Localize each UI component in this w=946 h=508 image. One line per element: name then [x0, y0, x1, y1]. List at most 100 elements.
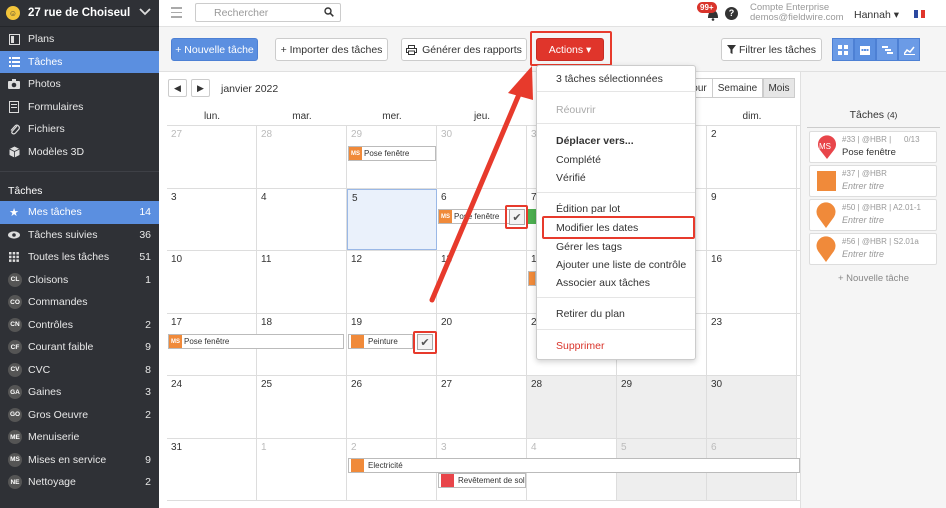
calendar-day-cell[interactable]: 31 — [167, 438, 257, 500]
new-task-button[interactable]: + Nouvelle tâche — [171, 38, 258, 61]
calendar-day-cell[interactable]: 27 — [167, 126, 257, 188]
import-tasks-button[interactable]: + Importer des tâches — [275, 38, 388, 61]
sidebar-item-tasks[interactable]: Tâches — [0, 50, 159, 73]
search-placeholder: Rechercher — [214, 7, 269, 19]
sidebar-item-3d-models[interactable]: Modèles 3D — [0, 141, 159, 164]
list-view-button[interactable] — [832, 38, 854, 61]
prev-month-button[interactable]: ◀ — [168, 79, 187, 97]
calendar-day-cell[interactable]: 28 — [257, 126, 347, 188]
menu-item-add-checklist[interactable]: Ajouter une liste de contrôle — [556, 259, 686, 271]
sidebar-item-label: Mises en service — [28, 453, 107, 466]
calendar-day-cell[interactable]: 12 — [347, 251, 437, 313]
sidebar-item-category[interactable]: GA Gaines 3 — [0, 381, 159, 404]
calendar-day-cell[interactable]: 9 — [707, 188, 797, 250]
task-card[interactable]: #37 | @HBR Entrer titre — [809, 165, 937, 197]
calendar-day-cell[interactable]: 13 — [437, 251, 527, 313]
menu-icon[interactable] — [171, 7, 182, 21]
sidebar-item-plans[interactable]: Plans — [0, 28, 159, 51]
day-number: 2 — [351, 441, 357, 453]
sidebar-item-files[interactable]: Fichiers — [0, 118, 159, 141]
panel-new-task-button[interactable]: + Nouvelle tâche — [801, 273, 946, 284]
event-green-marker[interactable] — [528, 209, 536, 224]
french-flag-icon[interactable] — [914, 10, 926, 18]
menu-item-manage-tags[interactable]: Gérer les tags — [556, 241, 622, 253]
menu-item-delete[interactable]: Supprimer — [556, 340, 604, 352]
sidebar-item-forms[interactable]: Formulaires — [0, 96, 159, 119]
event-orange-marker[interactable] — [528, 271, 536, 286]
task-meta: #50 | @HBR | A2.01-1 — [842, 203, 921, 212]
calendar-day-cell[interactable]: 16 — [707, 251, 797, 313]
actions-button[interactable]: Actions ▾ — [536, 38, 604, 61]
filter-tasks-button[interactable]: Filtrer les tâches — [721, 38, 822, 61]
calendar-day-cell[interactable]: 23 — [707, 313, 797, 375]
sidebar-item-category[interactable]: GO Gros Oeuvre 2 — [0, 404, 159, 427]
sidebar-item-my-tasks[interactable]: ★ Mes tâches 14 — [0, 201, 159, 224]
event-peinture[interactable]: Peinture — [348, 334, 413, 349]
next-month-button[interactable]: ▶ — [191, 79, 210, 97]
task-card[interactable]: #56 | @HBR | S2.01a Entrer titre — [809, 233, 937, 265]
generate-reports-button[interactable]: Générer des rapports — [401, 38, 527, 61]
sidebar-item-count: 2 — [145, 408, 151, 421]
calendar-day-cell[interactable]: 24 — [167, 376, 257, 438]
menu-item-reopen[interactable]: Réouvrir — [556, 104, 596, 116]
calendar-day-cell[interactable]: 25 — [257, 376, 347, 438]
calendar-day-cell[interactable]: 30 — [707, 376, 797, 438]
sidebar-item-category[interactable]: CN Contrôles 2 — [0, 314, 159, 337]
sidebar-item-category[interactable]: CV CVC 8 — [0, 359, 159, 382]
sidebar-item-category[interactable]: CF Courant faible 9 — [0, 336, 159, 359]
calendar-day-cell[interactable]: 20 — [437, 313, 527, 375]
calendar-day-cell[interactable]: 3 — [167, 188, 257, 250]
event-revetement[interactable]: Revêtement de sol — [438, 473, 526, 488]
menu-item-associate[interactable]: Associer aux tâches — [556, 277, 650, 289]
menu-item-verified[interactable]: Vérifié — [556, 172, 586, 184]
chart-view-button[interactable] — [898, 38, 920, 61]
sidebar-item-category[interactable]: NE Nettoyage 2 — [0, 471, 159, 494]
event-checkbox[interactable]: ✔ — [509, 209, 525, 225]
calendar-day-cell[interactable]: 26 — [347, 376, 437, 438]
calendar-day-cell[interactable]: 29 — [617, 376, 707, 438]
day-number: 3 — [171, 191, 177, 203]
search-input[interactable]: Rechercher — [195, 3, 341, 22]
view-week-button[interactable]: Semaine — [712, 78, 763, 98]
menu-item-remove-from-plan[interactable]: Retirer du plan — [556, 308, 625, 320]
day-header: dim. — [742, 111, 762, 122]
calendar-day-cell[interactable]: 28 — [527, 376, 617, 438]
sidebar-item-all-tasks[interactable]: Toutes les tâches 51 — [0, 246, 159, 269]
sidebar-item-category[interactable]: CO Commandes — [0, 291, 159, 314]
sidebar-item-category[interactable]: ME Menuiserie — [0, 426, 159, 449]
calendar-day-cell[interactable]: 10 — [167, 251, 257, 313]
calendar-view-button[interactable] — [854, 38, 876, 61]
task-card[interactable]: #50 | @HBR | A2.01-1 Entrer titre — [809, 199, 937, 231]
task-title: Entrer titre — [842, 181, 885, 191]
menu-item-completed[interactable]: Complété — [556, 154, 601, 166]
sidebar-item-followed-tasks[interactable]: Tâches suivies 36 — [0, 224, 159, 247]
gantt-view-button[interactable] — [876, 38, 898, 61]
event-electricite[interactable]: Electricité — [348, 458, 800, 473]
sidebar-item-photos[interactable]: Photos — [0, 73, 159, 96]
plans-icon — [8, 33, 20, 45]
calendar-day-cell[interactable]: 4 — [257, 188, 347, 250]
event-pose-fenetre-3[interactable]: MS Pose fenêtre — [168, 334, 344, 349]
calendar-day-cell[interactable]: 5 — [347, 188, 437, 250]
sidebar-item-category[interactable]: CL Cloisons 1 — [0, 269, 159, 292]
calendar-day-cell[interactable]: 11 — [257, 251, 347, 313]
menu-item-batch-edit[interactable]: Édition par lot — [556, 203, 620, 215]
day-number: 1 — [261, 441, 267, 453]
day-number: 28 — [531, 379, 543, 390]
project-selector[interactable]: ☺ 27 rue de Choiseul — [0, 0, 159, 27]
menu-item-change-dates[interactable]: Modifier les dates — [556, 222, 638, 234]
view-month-button[interactable]: Mois — [763, 78, 795, 98]
help-icon[interactable]: ? — [725, 7, 738, 20]
task-card[interactable]: MS #33 | @HBR | 0/13 Pose fenêtre — [809, 131, 937, 163]
event-checkbox[interactable]: ✔ — [417, 334, 433, 350]
user-menu[interactable]: Hannah ▾ — [854, 9, 899, 21]
event-pose-fenetre-2[interactable]: MS Pose fenêtre — [438, 209, 510, 224]
menu-item-move-to[interactable]: Déplacer vers... — [556, 135, 634, 147]
sidebar-item-category[interactable]: MS Mises en service 9 — [0, 449, 159, 472]
event-pose-fenetre-1[interactable]: MS Pose fenêtre — [348, 146, 436, 161]
calendar-day-cell[interactable]: 27 — [437, 376, 527, 438]
calendar-day-cell[interactable]: 30 — [437, 126, 527, 188]
calendar-day-cell[interactable]: 2 — [707, 126, 797, 188]
day-header: lun. — [203, 111, 221, 122]
calendar-day-cell[interactable]: 1 — [257, 438, 347, 500]
